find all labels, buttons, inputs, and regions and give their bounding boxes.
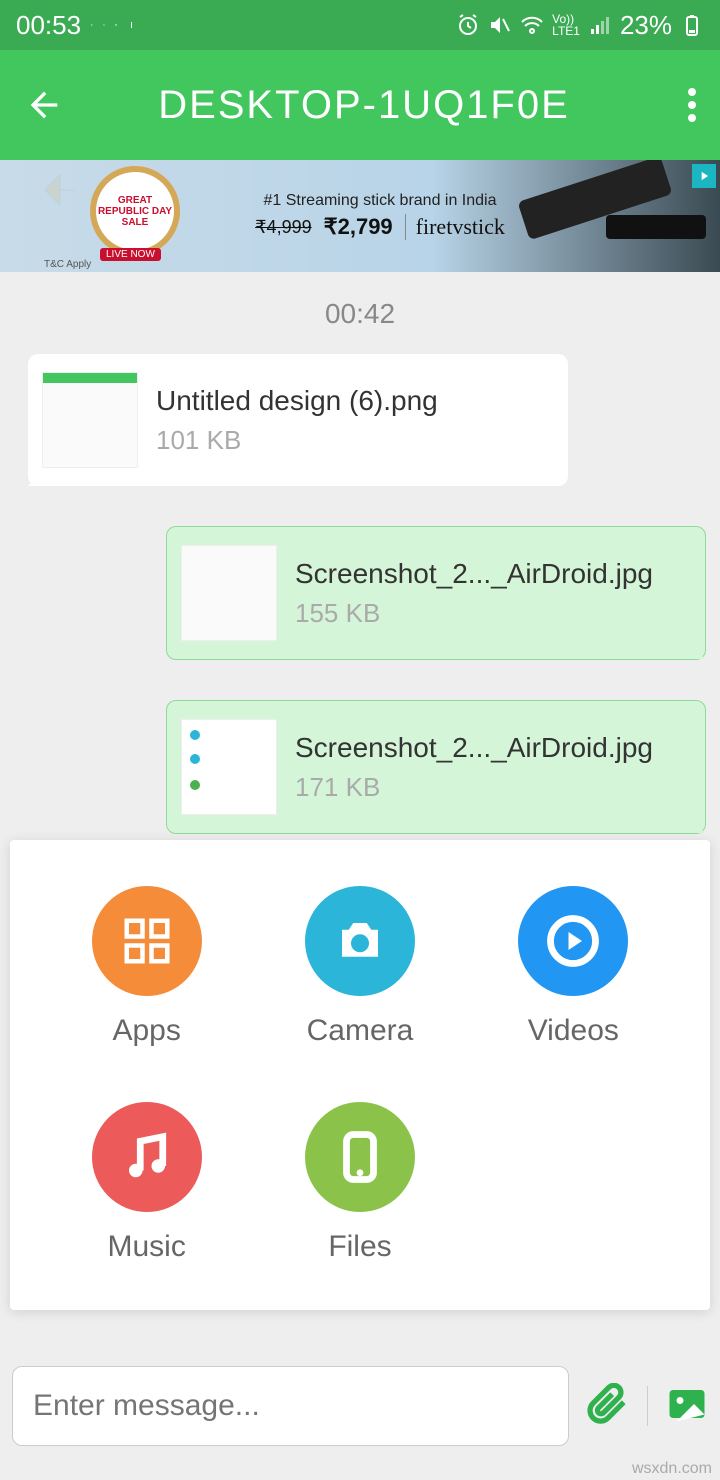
app-bar: DESKTOP-1UQ1F0E [0,50,720,160]
message-sent[interactable]: Screenshot_2..._AirDroid.jpg 155 KB [166,526,706,660]
ad-new-price: ₹2,799 [324,214,393,240]
divider [647,1386,648,1426]
status-time: 00:53 [16,10,81,41]
attach-button[interactable] [587,1383,629,1430]
ad-info-icon[interactable] [692,164,716,188]
ad-brand: firetvstick [405,214,505,240]
apps-icon [92,886,202,996]
battery-icon [680,13,704,37]
ad-tc-label: T&C Apply [44,259,91,270]
file-thumbnail [42,372,138,468]
attach-label: Apps [112,1014,180,1048]
ad-tagline: #1 Streaming stick brand in India [255,192,505,210]
file-name: Screenshot_2..._AirDroid.jpg [295,732,653,764]
page-title: DESKTOP-1UQ1F0E [40,83,688,128]
file-name: Untitled design (6).png [156,385,438,417]
status-right: Vo))LTE1 23% [456,10,704,41]
file-size: 171 KB [295,772,653,803]
send-icon [91,24,93,26]
file-thumbnail [181,719,277,815]
attachment-panel: Apps Camera Videos Music Files [10,840,710,1310]
ad-text: #1 Streaming stick brand in India ₹4,999… [255,192,505,240]
youtube-icon [115,24,117,26]
message-received[interactable]: Untitled design (6).png 101 KB [28,354,568,486]
status-left: 00:53 [16,10,131,41]
volte-icon: Vo))LTE1 [552,13,580,37]
music-icon [92,1102,202,1212]
files-icon [305,1102,415,1212]
file-size: 101 KB [156,425,438,456]
camera-icon [305,886,415,996]
attach-label: Music [107,1230,185,1264]
videos-icon [518,886,628,996]
attach-videos[interactable]: Videos [467,886,680,1048]
attach-camera[interactable]: Camera [253,886,466,1048]
file-thumbnail [181,545,277,641]
attach-files[interactable]: Files [253,1102,466,1264]
watermark: wsxdn.com [632,1460,712,1478]
attach-music[interactable]: Music [40,1102,253,1264]
attach-label: Camera [307,1014,414,1048]
message-sent[interactable]: Screenshot_2..._AirDroid.jpg 171 KB [166,700,706,834]
wifi-icon [520,13,544,37]
attach-label: Videos [528,1014,619,1048]
mute-icon [488,13,512,37]
file-size: 155 KB [295,598,653,629]
message-input[interactable] [12,1366,569,1446]
ad-live-label: LIVE NOW [100,248,161,261]
ad-banner[interactable]: GREAT REPUBLIC DAY SALE LIVE NOW T&C App… [0,160,720,272]
alarm-icon [456,13,480,37]
ad-product-image2 [606,215,706,239]
image-icon [103,24,105,26]
image-button[interactable] [666,1383,708,1430]
input-bar [12,1366,708,1446]
file-name: Screenshot_2..._AirDroid.jpg [295,558,653,590]
attach-apps[interactable]: Apps [40,886,253,1048]
ad-badge-text: GREAT REPUBLIC DAY SALE [96,195,174,228]
signal-icon [588,13,612,37]
ad-badge: GREAT REPUBLIC DAY SALE [90,166,180,256]
menu-icon[interactable] [688,85,696,125]
ad-old-price: ₹4,999 [255,217,312,238]
battery-percent: 23% [620,10,672,41]
chat-area: 00:42 Untitled design (6).png 101 KB Scr… [0,272,720,834]
chat-timestamp: 00:42 [14,298,706,330]
status-bar: 00:53 Vo))LTE1 23% [0,0,720,50]
attach-label: Files [328,1230,391,1264]
